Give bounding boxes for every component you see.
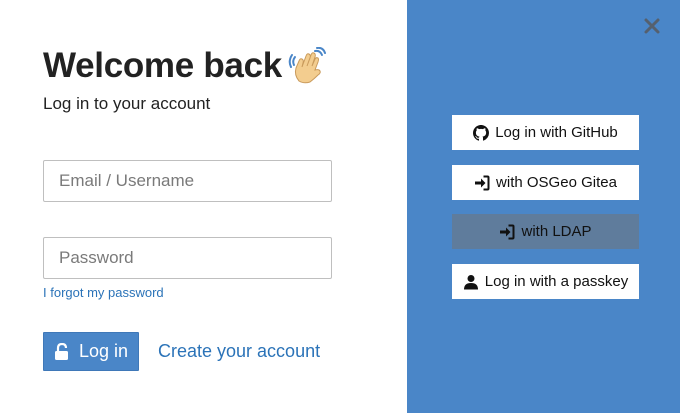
email-input[interactable] bbox=[44, 161, 331, 201]
page-title: Welcome back bbox=[43, 46, 282, 85]
github-login-button[interactable]: Log in with GitHub bbox=[452, 115, 639, 150]
ldap-login-button[interactable]: with LDAP bbox=[452, 214, 639, 249]
email-field[interactable] bbox=[43, 160, 332, 202]
password-input[interactable] bbox=[44, 238, 331, 278]
passkey-login-label: Log in with a passkey bbox=[484, 273, 629, 290]
osgeo-gitea-login-button[interactable]: with OSGeo Gitea bbox=[452, 165, 639, 200]
login-button-label: Log in bbox=[78, 341, 129, 361]
github-login-label: Log in with GitHub bbox=[495, 124, 618, 141]
title-row: Welcome back bbox=[43, 46, 326, 86]
password-field[interactable] bbox=[43, 237, 332, 279]
github-icon bbox=[473, 124, 490, 141]
login-button[interactable]: Log in bbox=[43, 332, 139, 371]
waving-hand-icon bbox=[288, 46, 326, 85]
osgeo-gitea-login-label: with OSGeo Gitea bbox=[496, 174, 617, 191]
auth-providers-panel bbox=[407, 0, 680, 413]
sign-in-icon bbox=[499, 224, 515, 240]
ldap-login-label: with LDAP bbox=[521, 223, 592, 240]
sign-in-icon bbox=[474, 175, 490, 191]
create-account-link[interactable]: Create your account bbox=[158, 341, 320, 362]
user-icon bbox=[463, 274, 479, 290]
subtitle: Log in to your account bbox=[43, 94, 211, 113]
unlock-icon bbox=[54, 342, 71, 361]
close-icon[interactable] bbox=[643, 17, 661, 35]
passkey-login-button[interactable]: Log in with a passkey bbox=[452, 264, 639, 299]
forgot-password-link[interactable]: I forgot my password bbox=[43, 285, 164, 300]
